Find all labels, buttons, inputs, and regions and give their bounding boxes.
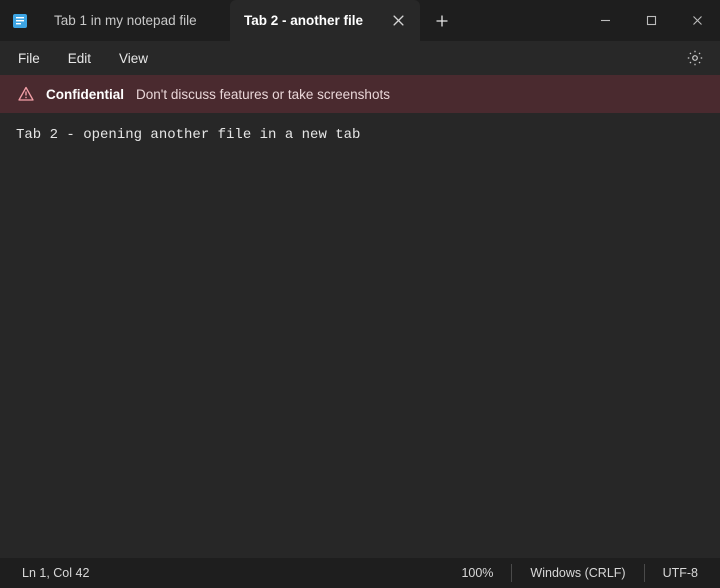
tab-1[interactable]: Tab 1 in my notepad file xyxy=(40,0,230,41)
tab-label: Tab 1 in my notepad file xyxy=(54,13,216,28)
tab-2[interactable]: Tab 2 - another file xyxy=(230,0,420,41)
app-icon xyxy=(0,0,40,41)
status-encoding[interactable]: UTF-8 xyxy=(644,564,716,582)
text-editor[interactable]: Tab 2 - opening another file in a new ta… xyxy=(0,113,720,558)
gear-icon xyxy=(687,50,703,66)
new-tab-button[interactable] xyxy=(420,0,464,41)
minimize-button[interactable] xyxy=(582,0,628,41)
menubar: File Edit View xyxy=(0,41,720,75)
menu-file[interactable]: File xyxy=(4,45,54,72)
titlebar-drag-region[interactable] xyxy=(464,0,582,41)
warning-icon xyxy=(18,86,34,102)
tab-strip: Tab 1 in my notepad file Tab 2 - another… xyxy=(40,0,420,41)
window-controls xyxy=(582,0,720,41)
tab-label: Tab 2 - another file xyxy=(244,13,370,28)
settings-button[interactable] xyxy=(680,43,710,73)
status-cursor-position[interactable]: Ln 1, Col 42 xyxy=(4,564,107,582)
status-zoom[interactable]: 100% xyxy=(443,564,511,582)
banner-title: Confidential xyxy=(46,87,124,102)
titlebar: Tab 1 in my notepad file Tab 2 - another… xyxy=(0,0,720,41)
maximize-button[interactable] xyxy=(628,0,674,41)
info-banner: Confidential Don't discuss features or t… xyxy=(0,75,720,113)
banner-message: Don't discuss features or take screensho… xyxy=(136,87,390,102)
close-tab-icon[interactable] xyxy=(390,13,406,29)
menu-view[interactable]: View xyxy=(105,45,162,72)
menu-edit[interactable]: Edit xyxy=(54,45,105,72)
close-window-button[interactable] xyxy=(674,0,720,41)
status-line-ending[interactable]: Windows (CRLF) xyxy=(511,564,643,582)
statusbar: Ln 1, Col 42 100% Windows (CRLF) UTF-8 xyxy=(0,558,720,588)
